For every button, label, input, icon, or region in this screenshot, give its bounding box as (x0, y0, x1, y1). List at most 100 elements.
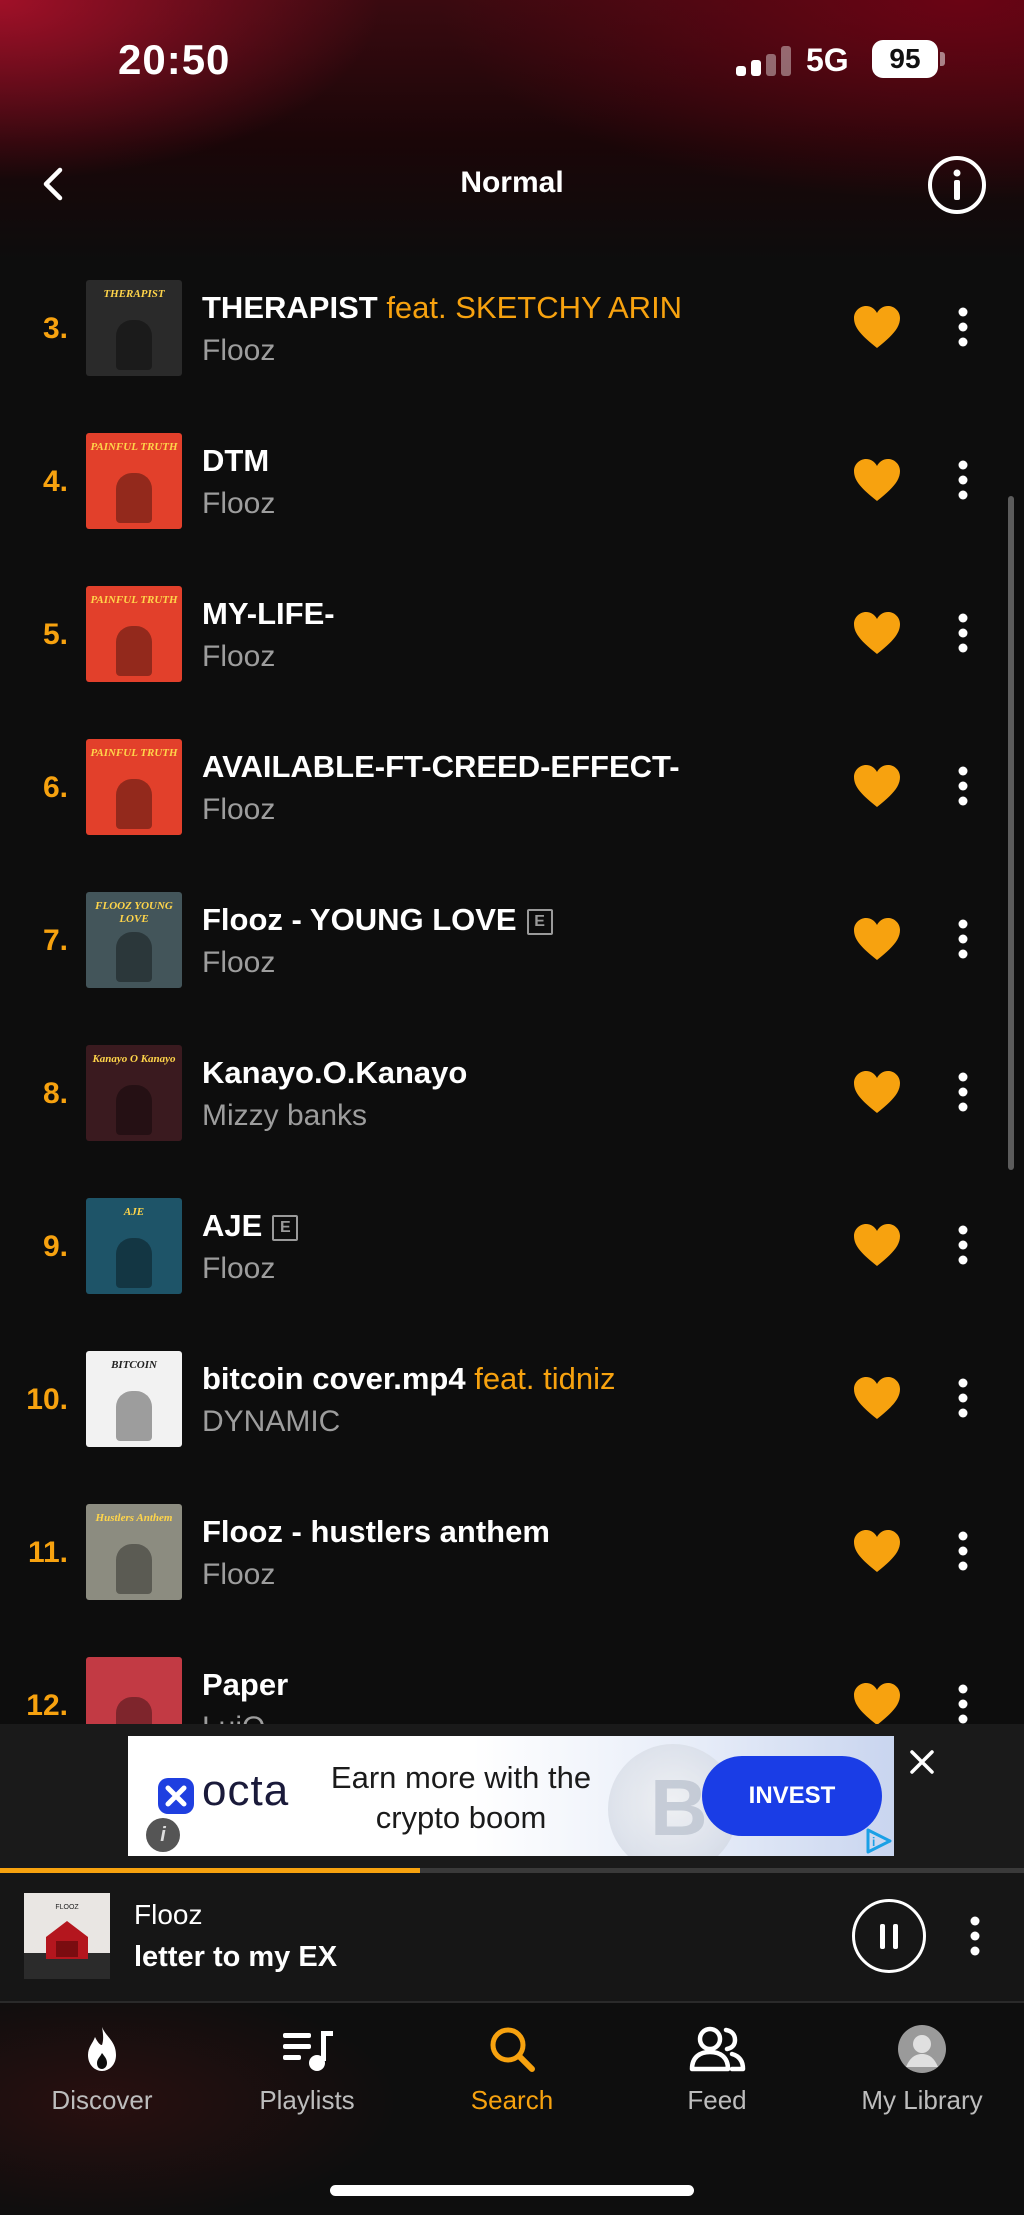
now-playing-artist: Flooz (134, 1899, 203, 1930)
scrollbar[interactable] (1008, 496, 1014, 1170)
people-icon (689, 2026, 746, 2072)
track-artist: Flooz (202, 487, 276, 520)
track-row[interactable]: 3. THERAPIST THERAPIST feat. SKETCHY ARIN F… (0, 260, 1024, 413)
track-title: Flooz - hustlers anthem (202, 1514, 550, 1549)
track-number: 11. (27, 1536, 68, 1569)
track-cover: Hustlers Anthem (86, 1504, 182, 1600)
track-more-button[interactable] (948, 1375, 978, 1421)
track-artist: Flooz (202, 793, 276, 826)
track-row[interactable]: 4. PAINFUL TRUTH DTM Flooz (0, 413, 1024, 566)
track-cover: FLOOZ YOUNG LOVE (86, 892, 182, 988)
tab-discover[interactable]: Discover (0, 2023, 204, 2123)
cover-text: BITCOIN (111, 1359, 157, 1371)
track-row[interactable]: 8. Kanayo O Kanayo Kanayo.O.Kanayo Mizzy ba… (0, 1025, 1024, 1178)
ad-invest-button[interactable]: INVEST (702, 1756, 882, 1836)
track-more-button[interactable] (948, 304, 978, 350)
track-row[interactable]: 6. PAINFUL TRUTH AVAILABLE-FT-CREED-EFFECT… (0, 719, 1024, 872)
track-more-button[interactable] (948, 610, 978, 656)
like-button[interactable] (852, 1069, 902, 1115)
heart-icon (854, 918, 900, 960)
player-more-button[interactable] (960, 1911, 990, 1961)
track-artist: Flooz (202, 1558, 276, 1591)
ad-close-button[interactable] (904, 1744, 940, 1780)
avatar (898, 2025, 946, 2073)
track-title: DTM (202, 443, 270, 478)
track-cover: PAINFUL TRUTH (86, 586, 182, 682)
pause-button[interactable] (852, 1899, 926, 1973)
track-more-button[interactable] (948, 763, 978, 809)
track-more-button[interactable] (948, 1069, 978, 1115)
track-cover: BITCOIN (86, 1351, 182, 1447)
track-number: 3. (42, 312, 68, 345)
track-title-line: Flooz - hustlers anthem (202, 1514, 550, 1550)
tab-label: Discover (51, 2085, 153, 2115)
track-number: 9. (42, 1230, 68, 1263)
tab-feed[interactable]: Feed (615, 2023, 819, 2123)
network-type: 5G (806, 42, 849, 78)
heart-icon (854, 1071, 900, 1113)
tab-search[interactable]: Search (410, 2023, 614, 2123)
track-title-line: THERAPIST feat. SKETCHY ARIN (202, 290, 682, 326)
track-row[interactable]: 11. Hustlers Anthem Flooz - hustlers anthe… (0, 1484, 1024, 1637)
like-button[interactable] (852, 916, 902, 962)
cover-text: Kanayo O Kanayo (92, 1053, 176, 1065)
track-artist: Flooz (202, 640, 276, 673)
like-button[interactable] (852, 610, 902, 656)
track-cover: PAINFUL TRUTH (86, 739, 182, 835)
track-title-line: bitcoin cover.mp4 feat. tidniz (202, 1361, 616, 1397)
track-title: AJE (202, 1208, 263, 1243)
track-title: THERAPIST (202, 290, 378, 325)
like-button[interactable] (852, 1681, 902, 1724)
cover-art (116, 779, 152, 829)
tab-my-library[interactable]: My Library (820, 2023, 1024, 2123)
track-number: 4. (42, 465, 68, 498)
track-title-line: MY-LIFE- (202, 596, 335, 632)
more-vertical-icon (958, 919, 968, 959)
like-button[interactable] (852, 1528, 902, 1574)
tab-playlists[interactable]: Playlists (205, 2023, 409, 2123)
track-row[interactable]: 9. AJE AJE E Flooz (0, 1178, 1024, 1331)
track-artist: Flooz (202, 946, 276, 979)
cover-art (116, 320, 152, 370)
more-vertical-icon (958, 1378, 968, 1418)
track-row[interactable]: 7. FLOOZ YOUNG LOVE Flooz - YOUNG LOVE E Flo… (0, 872, 1024, 1025)
track-title: Paper (202, 1667, 289, 1702)
info-button[interactable] (926, 154, 988, 216)
ad-brand: octa (202, 1766, 290, 1815)
search-icon (490, 2027, 535, 2072)
mini-player[interactable]: FLOOZ Flooz letter to my EX (0, 1873, 1024, 2003)
track-number: 8. (42, 1077, 68, 1110)
track-number: 7. (42, 924, 68, 957)
track-title: Kanayo.O.Kanayo (202, 1055, 468, 1090)
more-vertical-icon (970, 1916, 980, 1956)
heart-icon (854, 459, 900, 501)
home-indicator[interactable] (330, 2185, 694, 2196)
track-more-button[interactable] (948, 1222, 978, 1268)
track-row[interactable]: 12. Paper LuiO (0, 1637, 1024, 1724)
ad-banner[interactable]: octa Earn more with the crypto boom B IN… (128, 1736, 894, 1856)
track-more-button[interactable] (948, 457, 978, 503)
now-playing-title: letter to my EX (134, 1941, 338, 1973)
cover-art (116, 1697, 152, 1724)
explicit-icon: E (272, 1214, 299, 1241)
flame-icon (88, 2027, 116, 2071)
ad-info-icon[interactable]: i (146, 1818, 180, 1852)
like-button[interactable] (852, 763, 902, 809)
like-button[interactable] (852, 457, 902, 503)
track-row[interactable]: 5. PAINFUL TRUTH MY-LIFE- Flooz (0, 566, 1024, 719)
playlist-icon (283, 2031, 333, 2071)
header: Normal (0, 140, 1024, 230)
track-more-button[interactable] (948, 1681, 978, 1724)
ad-choices-icon[interactable]: i (862, 1826, 894, 1856)
track-more-button[interactable] (948, 1528, 978, 1574)
like-button[interactable] (852, 1375, 902, 1421)
like-button[interactable] (852, 1222, 902, 1268)
heart-icon (854, 306, 900, 348)
info-icon (928, 156, 986, 214)
like-button[interactable] (852, 304, 902, 350)
track-more-button[interactable] (948, 916, 978, 962)
track-number: 10. (26, 1383, 68, 1416)
track-featuring: feat. SKETCHY ARIN (386, 290, 683, 325)
track-row[interactable]: 10. BITCOIN bitcoin cover.mp4 feat. tidniz… (0, 1331, 1024, 1484)
heart-icon (854, 1530, 900, 1572)
